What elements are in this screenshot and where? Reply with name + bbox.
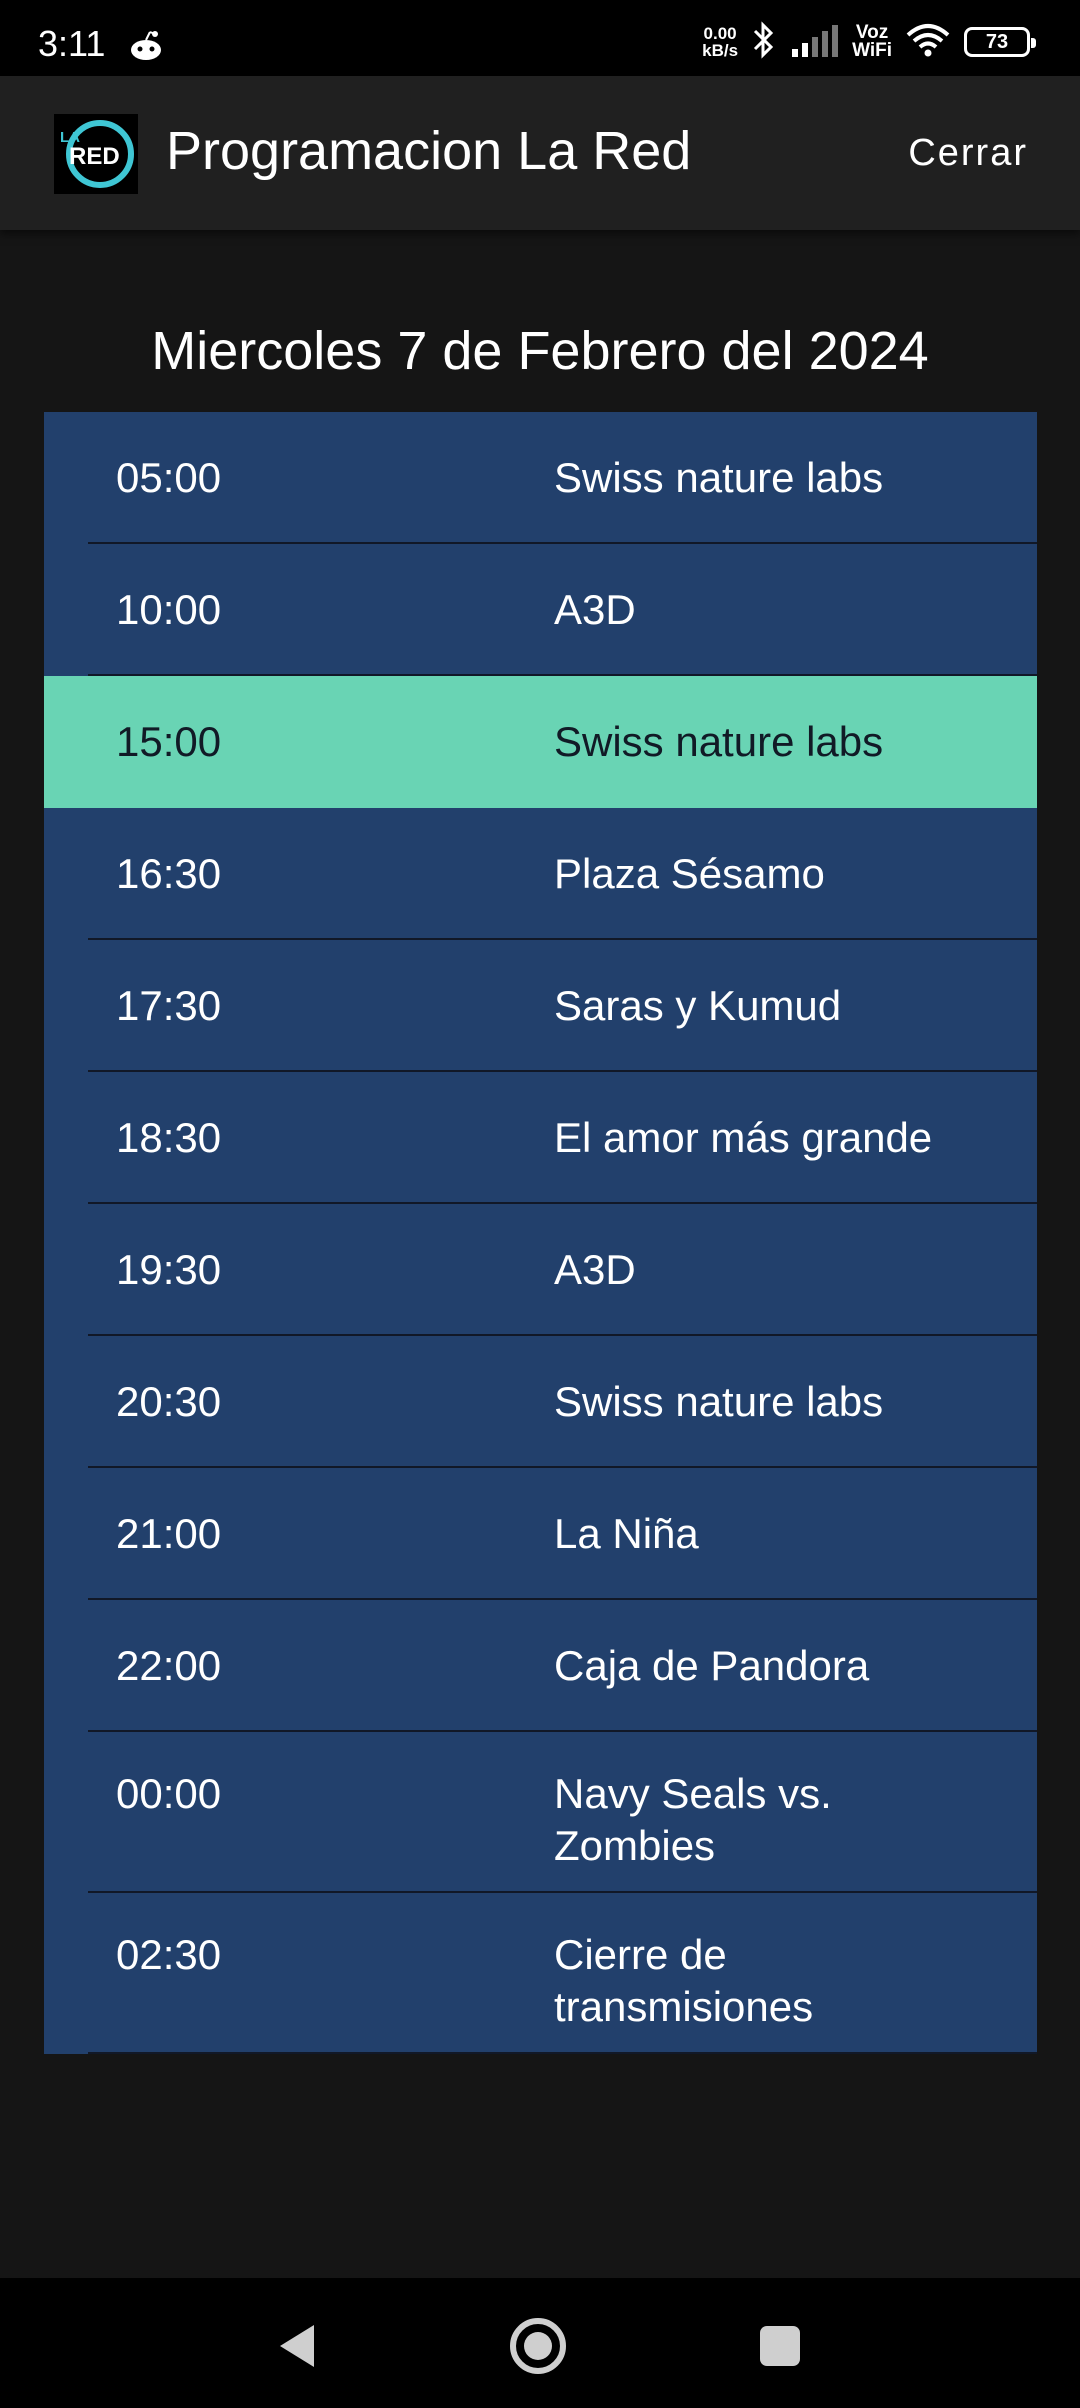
- schedule-program: La Niña: [554, 1510, 699, 1557]
- schedule-row[interactable]: 21:00 La Niña: [44, 1468, 1037, 1600]
- reddit-icon: [128, 28, 164, 62]
- schedule-time: 22:00: [116, 1642, 222, 1689]
- schedule-program: A3D: [554, 1246, 636, 1293]
- schedule-program: A3D: [554, 586, 636, 633]
- net-speed-unit: kB/s: [702, 41, 739, 60]
- schedule-time: 10:00: [116, 586, 222, 633]
- net-speed-value: 0.00: [703, 24, 737, 43]
- schedule-time: 21:00: [116, 1510, 222, 1557]
- navigation-bar: [0, 2278, 1080, 2408]
- status-time: 3:11: [38, 23, 106, 64]
- battery-icon: 73: [964, 27, 1036, 57]
- schedule-row[interactable]: 02:30 Cierre de transmisiones: [44, 1893, 1037, 2054]
- svg-text:RED: RED: [69, 143, 120, 170]
- voz-wifi-indicator: Voz WiFi: [852, 23, 892, 61]
- la-red-logo: LA RED: [54, 114, 138, 194]
- schedule-program: El amor más grande: [554, 1114, 933, 1161]
- schedule-row[interactable]: 22:00 Caja de Pandora: [44, 1600, 1037, 1732]
- back-icon[interactable]: [266, 2316, 326, 2376]
- schedule-time: 17:30: [116, 982, 222, 1029]
- home-icon[interactable]: [508, 2316, 568, 2376]
- schedule-program: Plaza Sésamo: [554, 850, 825, 897]
- close-button[interactable]: Cerrar: [908, 128, 1028, 178]
- schedule-time: 19:30: [116, 1246, 222, 1293]
- schedule-time: 15:00: [116, 718, 222, 765]
- schedule-time: 18:30: [116, 1114, 222, 1161]
- schedule-row[interactable]: 00:00 Navy Seals vs. Zombies: [44, 1732, 1037, 1893]
- schedule-time: 20:30: [116, 1378, 222, 1425]
- date-heading: Miercoles 7 de Febrero del 2024: [151, 321, 929, 381]
- wifi-icon: [906, 23, 950, 62]
- schedule-table: 05:00 Swiss nature labs 10:00 A3D 15:00 …: [44, 412, 1037, 2054]
- schedule-row-current[interactable]: 15:00 Swiss nature labs: [44, 676, 1037, 808]
- schedule-program: Swiss nature labs: [554, 454, 884, 501]
- schedule-program: Cierre de transmisiones: [554, 1931, 814, 2030]
- app-title: Programacion La Red: [166, 121, 692, 181]
- schedule-row[interactable]: 16:30 Plaza Sésamo: [44, 808, 1037, 940]
- schedule-row[interactable]: 19:30 A3D: [44, 1204, 1037, 1336]
- schedule-time: 16:30: [116, 850, 222, 897]
- schedule-time: 02:30: [116, 1931, 222, 1978]
- recents-icon[interactable]: [750, 2316, 810, 2376]
- schedule-row[interactable]: 10:00 A3D: [44, 544, 1037, 676]
- schedule-time: 00:00: [116, 1770, 222, 1817]
- schedule-row[interactable]: 20:30 Swiss nature labs: [44, 1336, 1037, 1468]
- schedule-row[interactable]: 18:30 El amor más grande: [44, 1072, 1037, 1204]
- schedule-time: 05:00: [116, 454, 222, 501]
- schedule-program: Swiss nature labs: [554, 718, 884, 765]
- battery-level: 73: [985, 30, 1009, 53]
- schedule-program: Saras y Kumud: [554, 982, 842, 1029]
- schedule-row[interactable]: 17:30 Saras y Kumud: [44, 940, 1037, 1072]
- schedule-program: Swiss nature labs: [554, 1378, 884, 1425]
- status-bar: 3:11 0.00 kB/s Voz WiFi 73: [0, 0, 1080, 76]
- schedule-row[interactable]: 05:00 Swiss nature labs: [44, 412, 1037, 544]
- bluetooth-icon: [752, 20, 776, 64]
- net-speed: 0.00 kB/s: [702, 25, 738, 59]
- schedule-program: Caja de Pandora: [554, 1642, 870, 1689]
- signal-icon: [790, 23, 839, 62]
- schedule-program: Navy Seals vs. Zombies: [554, 1770, 832, 1869]
- voz-line2: WiFi: [852, 40, 892, 61]
- app-bar: LA RED Programacion La Red Cerrar: [0, 76, 1080, 230]
